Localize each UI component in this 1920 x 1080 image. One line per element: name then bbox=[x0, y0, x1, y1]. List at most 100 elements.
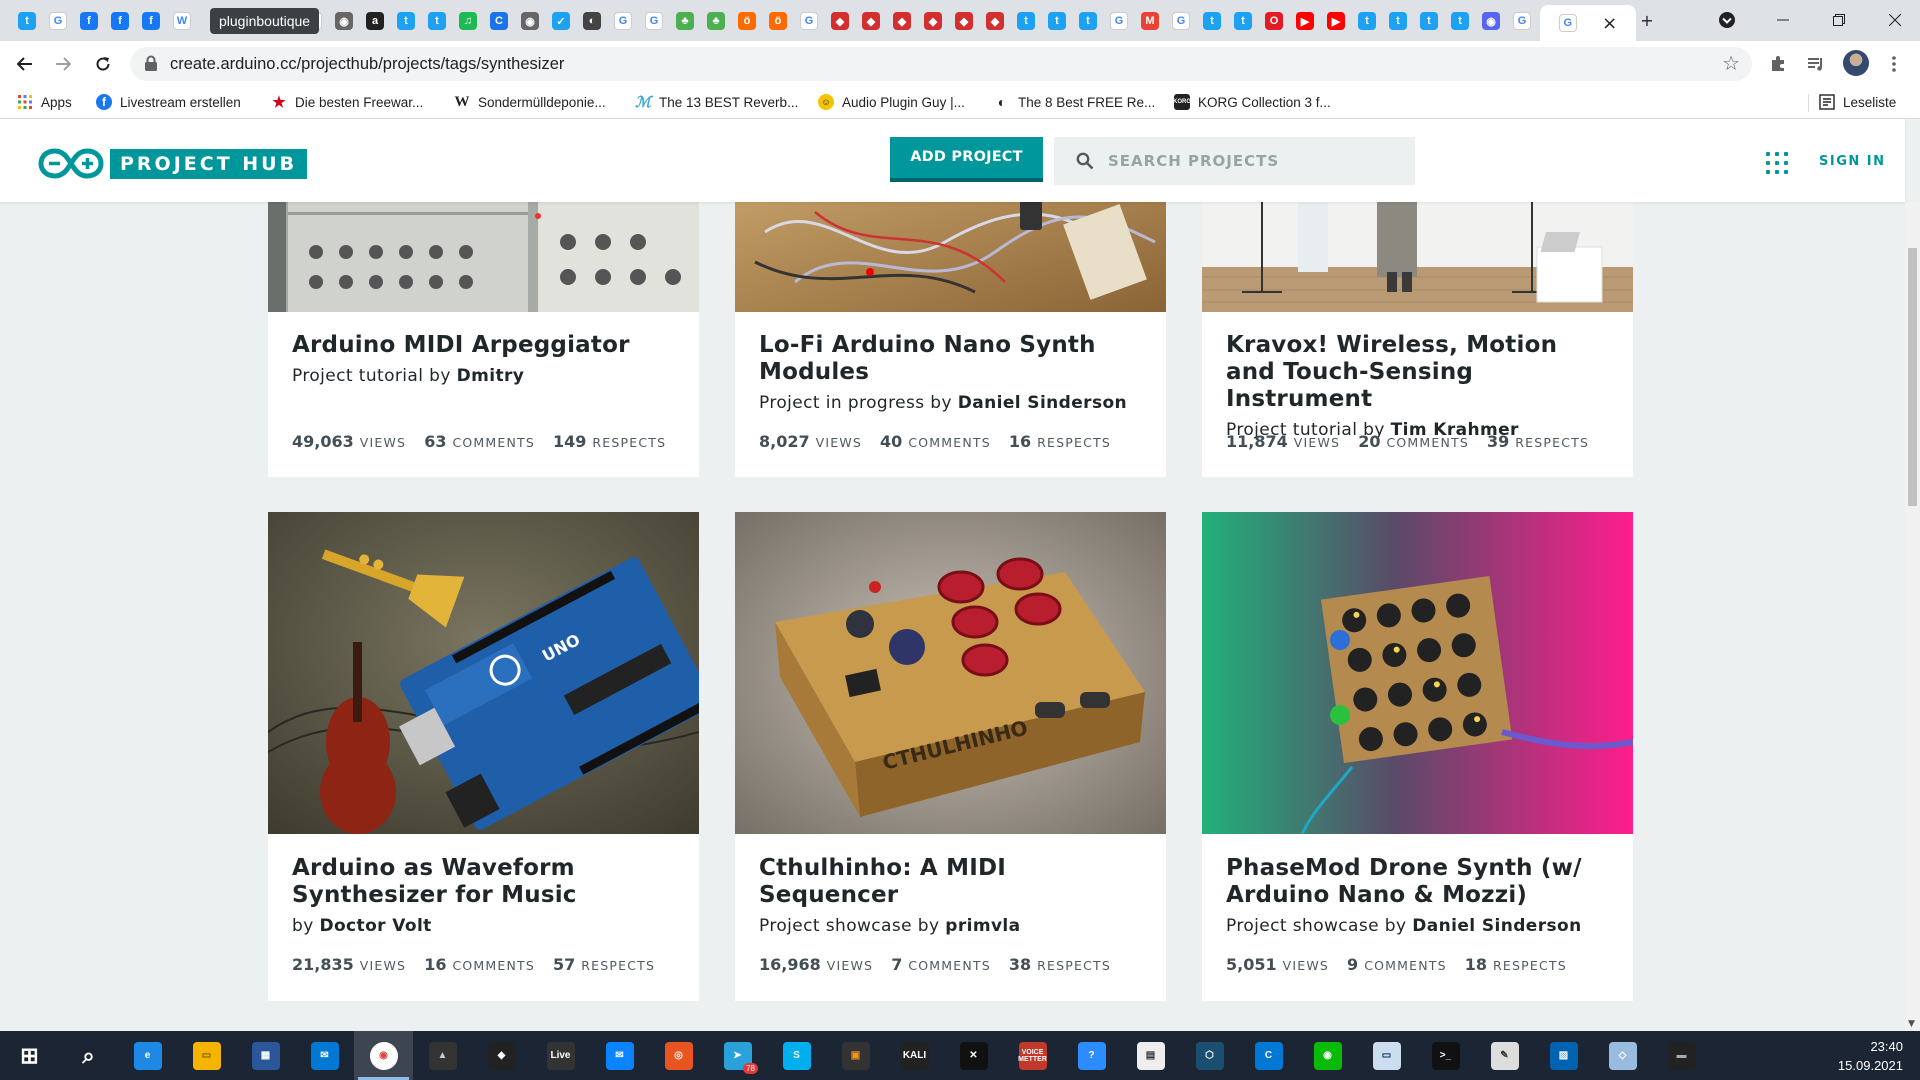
page-scrollbar[interactable]: ▼ bbox=[1905, 202, 1920, 1031]
browser-tab[interactable]: t bbox=[1447, 6, 1473, 36]
reload-icon[interactable] bbox=[87, 48, 119, 80]
taskbar-mail[interactable]: ✉ bbox=[295, 1031, 354, 1080]
project-author[interactable]: Doctor Volt bbox=[319, 916, 431, 936]
project-card[interactable]: UNO Arduino as Waveform Synthesizer for … bbox=[268, 512, 699, 1001]
taskbar-search[interactable]: ⌕ bbox=[59, 1031, 118, 1080]
taskbar-fl-studio[interactable]: ▣ bbox=[826, 1031, 885, 1080]
taskbar-notepad[interactable]: ✎ bbox=[1475, 1031, 1534, 1080]
browser-tab[interactable]: G bbox=[641, 6, 667, 36]
browser-tab[interactable]: t bbox=[14, 6, 40, 36]
browser-tab[interactable]: t bbox=[1354, 6, 1380, 36]
browser-tab[interactable]: ♫ bbox=[455, 6, 481, 36]
browser-tab[interactable]: f bbox=[76, 6, 102, 36]
taskbar-store[interactable]: ▦ bbox=[236, 1031, 295, 1080]
browser-tab[interactable]: G bbox=[1168, 6, 1194, 36]
bookmark-star-icon[interactable]: ☆ bbox=[1722, 51, 1740, 75]
browser-tab[interactable]: f bbox=[107, 6, 133, 36]
chrome-menu-icon[interactable] bbox=[1880, 50, 1908, 78]
taskbar-thunderbird[interactable]: ✉ bbox=[590, 1031, 649, 1080]
browser-tab[interactable]: ◉ bbox=[331, 6, 357, 36]
browser-tab[interactable]: t bbox=[1013, 6, 1039, 36]
browser-tab[interactable]: ◐ bbox=[579, 6, 605, 36]
browser-tab[interactable]: ◆ bbox=[889, 6, 915, 36]
apps-grid-icon[interactable] bbox=[1766, 152, 1788, 174]
system-clock[interactable]: 23:40 15.09.2021 bbox=[1838, 1037, 1903, 1075]
project-hub-logo[interactable]: PROJECT HUB bbox=[38, 148, 308, 179]
project-author[interactable]: Daniel Sinderson bbox=[1412, 916, 1581, 936]
browser-tab[interactable]: ♣ bbox=[672, 6, 698, 36]
project-card[interactable]: Lo-Fi Arduino Nano Synth Modules Project… bbox=[735, 202, 1166, 477]
taskbar-scanner[interactable]: ▲ bbox=[413, 1031, 472, 1080]
project-title[interactable]: Cthulhinho: A MIDI Sequencer bbox=[759, 855, 1142, 909]
taskbar-wechat[interactable]: ◉ bbox=[1298, 1031, 1357, 1080]
browser-tab[interactable]: a bbox=[362, 6, 388, 36]
browser-tab[interactable]: t bbox=[1075, 6, 1101, 36]
browser-tab[interactable]: f bbox=[138, 6, 164, 36]
back-arrow-icon[interactable] bbox=[9, 48, 41, 80]
project-thumbnail-breadboard-wires[interactable] bbox=[735, 202, 1166, 312]
browser-tab[interactable]: ◆ bbox=[951, 6, 977, 36]
browser-tab[interactable]: t bbox=[1199, 6, 1225, 36]
extensions-puzzle-icon[interactable] bbox=[1764, 50, 1792, 78]
browser-tab[interactable]: G bbox=[1509, 6, 1535, 36]
url-text[interactable]: create.arduino.cc/projecthub/projects/ta… bbox=[170, 55, 564, 74]
project-title[interactable]: PhaseMod Drone Synth (w/ Arduino Nano & … bbox=[1226, 855, 1609, 909]
forward-arrow-icon[interactable] bbox=[47, 48, 79, 80]
scroll-down-arrow-icon[interactable]: ▼ bbox=[1908, 1019, 1915, 1029]
browser-tab[interactable]: ◆ bbox=[920, 6, 946, 36]
project-author[interactable]: Dmitry bbox=[457, 366, 525, 386]
tab-search-icon[interactable] bbox=[1704, 5, 1750, 35]
taskbar-telegram[interactable]: ➤ 78 bbox=[708, 1031, 767, 1080]
taskbar-app-flat[interactable]: ◇ bbox=[1593, 1031, 1652, 1080]
project-thumbnail-drone-synth-pcb[interactable] bbox=[1202, 512, 1633, 834]
project-author[interactable]: Daniel Sinderson bbox=[958, 393, 1127, 413]
browser-tab[interactable]: C bbox=[486, 6, 512, 36]
add-project-button[interactable]: ADD PROJECT bbox=[890, 137, 1043, 182]
browser-tab[interactable]: t bbox=[1230, 6, 1256, 36]
taskbar-ubuntu[interactable]: ◎ bbox=[649, 1031, 708, 1080]
reading-list-button[interactable]: Leseliste bbox=[1819, 92, 1896, 112]
project-title[interactable]: Lo-Fi Arduino Nano Synth Modules bbox=[759, 332, 1142, 386]
browser-tab[interactable]: ▶ bbox=[1323, 6, 1349, 36]
bookmark-apps[interactable]: Apps bbox=[17, 92, 72, 112]
project-thumbnail-wooden-sequencer[interactable]: CTHULHINHO bbox=[735, 512, 1166, 834]
browser-tab[interactable]: ö bbox=[734, 6, 760, 36]
project-title[interactable]: Kravox! Wireless, Motion and Touch-Sensi… bbox=[1226, 332, 1609, 413]
taskbar-voicemeeter[interactable]: VOICE METTER bbox=[1003, 1031, 1062, 1080]
browser-tab[interactable]: t bbox=[1416, 6, 1442, 36]
project-author[interactable]: primvla bbox=[945, 916, 1020, 936]
browser-tab[interactable]: t bbox=[1385, 6, 1411, 36]
taskbar-x-app[interactable]: ✕ bbox=[944, 1031, 1003, 1080]
active-tab[interactable]: G × bbox=[1540, 5, 1636, 41]
search-input[interactable] bbox=[1108, 137, 1398, 185]
browser-tab[interactable]: ◆ bbox=[982, 6, 1008, 36]
bookmark-audio-plugin-guy[interactable]: ☺ Audio Plugin Guy |... bbox=[818, 92, 965, 112]
taskbar-app[interactable]: ▤ bbox=[1121, 1031, 1180, 1080]
browser-tab[interactable]: W bbox=[169, 6, 195, 36]
close-window-icon[interactable] bbox=[1872, 5, 1918, 35]
project-title[interactable]: Arduino MIDI Arpeggiator bbox=[292, 332, 675, 359]
taskbar-ableton-live[interactable]: Live bbox=[531, 1031, 590, 1080]
taskbar-edge[interactable]: e bbox=[118, 1031, 177, 1080]
taskbar-3d-box[interactable]: ⬡ bbox=[1180, 1031, 1239, 1080]
taskbar-photos[interactable]: ▨ bbox=[1534, 1031, 1593, 1080]
project-thumbnail-arduino-uno-instruments[interactable]: UNO bbox=[268, 512, 699, 834]
browser-tab[interactable]: G bbox=[796, 6, 822, 36]
taskbar-app-screen[interactable]: ▬ bbox=[1652, 1031, 1711, 1080]
browser-tab[interactable]: ◉ bbox=[517, 6, 543, 36]
project-card[interactable]: CTHULHINHO Cthulhinho: A MIDI Sequencer … bbox=[735, 512, 1166, 1001]
project-title[interactable]: Arduino as Waveform Synthesizer for Musi… bbox=[292, 855, 675, 909]
close-tab-icon[interactable]: × bbox=[1602, 13, 1617, 34]
browser-tab[interactable]: t bbox=[393, 6, 419, 36]
bookmark-livestream[interactable]: f Livestream erstellen bbox=[96, 92, 241, 112]
browser-tab[interactable]: t bbox=[424, 6, 450, 36]
browser-tab[interactable]: ◆ bbox=[858, 6, 884, 36]
bookmark-sondermuell[interactable]: W Sondermülldeponie... bbox=[454, 92, 606, 112]
restore-icon[interactable] bbox=[1816, 5, 1862, 35]
browser-tab[interactable]: G bbox=[45, 6, 71, 36]
browser-tab[interactable]: ◉ bbox=[1478, 6, 1504, 36]
browser-tab[interactable]: ✓ bbox=[548, 6, 574, 36]
new-tab-button[interactable]: + bbox=[1624, 5, 1670, 35]
taskbar-terminal[interactable]: >_ bbox=[1416, 1031, 1475, 1080]
minimize-icon[interactable] bbox=[1760, 5, 1806, 35]
